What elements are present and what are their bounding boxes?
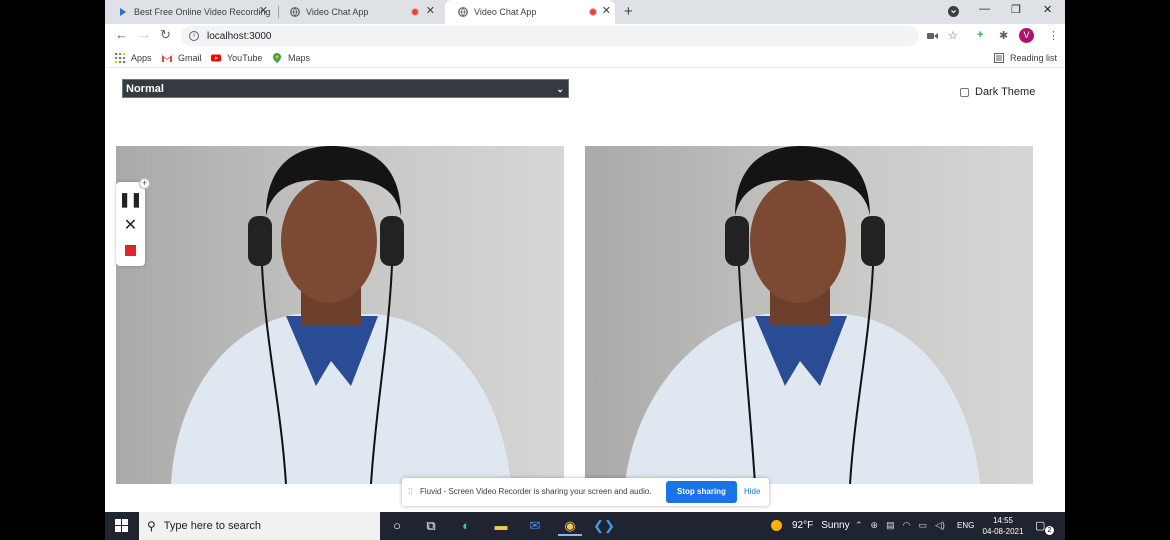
video-filter-select[interactable]: Normal ⌄	[122, 79, 569, 98]
bookmark-youtube[interactable]: YouTube	[211, 53, 262, 63]
windows-start-icon[interactable]	[115, 519, 128, 532]
bookmarks-bar: Apps Gmail YouTube Maps Reading list	[105, 48, 1065, 68]
wifi-icon[interactable]: ◠	[903, 520, 911, 531]
system-tray: ⌃ ⊕ ▤ ◠ ▭ ◁)	[855, 520, 945, 531]
tab-close-icon[interactable]: ✕	[426, 6, 435, 17]
tray-network-icon[interactable]: ▤	[886, 520, 895, 531]
extension-plus-icon[interactable]: +	[977, 29, 983, 41]
extensions-puzzle-icon[interactable]: ✱	[999, 29, 1008, 42]
apps-grid-icon	[115, 53, 125, 63]
sun-icon	[771, 520, 782, 531]
maps-pin-icon	[273, 53, 281, 63]
vscode-icon[interactable]: ❮❯	[592, 516, 616, 536]
weather-temperature: 92°F	[792, 520, 814, 531]
back-arrow-icon[interactable]: ←	[115, 27, 128, 42]
bookmark-gmail[interactable]: Gmail	[162, 53, 202, 63]
forward-arrow-icon[interactable]: →	[138, 27, 151, 42]
site-info-icon[interactable]: i	[189, 31, 199, 41]
taskbar-search-box[interactable]: ⚲ Type here to search	[139, 512, 380, 540]
input-language[interactable]: ENG	[957, 521, 974, 530]
mail-icon[interactable]: ✉	[523, 516, 547, 536]
local-video	[116, 146, 564, 484]
cancel-recording-icon[interactable]: ✕	[116, 215, 145, 235]
tab-close-icon[interactable]: ✕	[602, 6, 611, 17]
hide-sharing-bar-button[interactable]: Hide	[744, 487, 760, 496]
close-window-button[interactable]: ✕	[1043, 3, 1052, 16]
remote-video	[585, 146, 1033, 484]
sharing-message: Fluvid - Screen Video Recorder is sharin…	[420, 487, 652, 496]
taskbar-clock[interactable]: 14:55 04-08-2021	[981, 515, 1025, 537]
minimize-button[interactable]: —	[979, 3, 990, 15]
profile-avatar[interactable]: V	[1019, 28, 1034, 43]
tab-strip: Best Free Online Video Recording ✕ Video…	[105, 0, 1065, 24]
tab-video-chat-active[interactable]: Video Chat App ✕	[445, 0, 615, 24]
dark-theme-label: Dark Theme	[975, 86, 1036, 98]
file-explorer-icon[interactable]: ▬	[489, 516, 513, 536]
bookmark-apps[interactable]: Apps	[115, 53, 152, 63]
remote-video-frame	[585, 146, 1033, 484]
edge-icon[interactable]: ◐	[454, 516, 478, 536]
task-view-icon[interactable]: ⧉	[419, 516, 443, 536]
chevron-down-icon: ⌄	[556, 84, 564, 94]
address-text: localhost:3000	[207, 30, 272, 42]
cortana-icon[interactable]: ○	[385, 516, 409, 536]
clock-date: 04-08-2021	[982, 527, 1024, 536]
stop-sharing-button[interactable]: Stop sharing	[666, 481, 737, 503]
browser-window: Best Free Online Video Recording ✕ Video…	[105, 0, 1065, 540]
volume-icon[interactable]: ◁)	[935, 520, 945, 531]
tab-close-icon[interactable]: ✕	[259, 6, 268, 17]
dark-theme-toggle[interactable]: Dark Theme	[960, 86, 1035, 98]
tab-search-icon[interactable]	[948, 6, 959, 17]
new-tab-button[interactable]: +	[624, 3, 633, 20]
drag-handle-icon[interactable]: ⁞⁞	[408, 487, 412, 496]
tab-recording-site[interactable]: Best Free Online Video Recording ✕	[105, 0, 276, 24]
local-video-frame	[116, 146, 564, 484]
tray-app-icon[interactable]: ⊕	[871, 520, 879, 531]
globe-icon	[458, 7, 468, 17]
stop-recording-icon[interactable]	[116, 243, 145, 261]
youtube-icon	[211, 54, 221, 62]
chrome-icon[interactable]: ◉	[558, 516, 582, 536]
reading-list-button[interactable]: Reading list	[994, 53, 1057, 63]
menu-kebab-icon[interactable]: ⋮	[1048, 29, 1059, 42]
screen-sharing-bar: ⁞⁞ Fluvid - Screen Video Recorder is sha…	[402, 478, 769, 506]
notification-center-icon[interactable]: ▢	[1035, 519, 1045, 532]
tray-chevron-up-icon[interactable]: ⌃	[855, 520, 863, 531]
reading-list-icon	[994, 53, 1004, 63]
address-bar[interactable]: i localhost:3000	[181, 26, 919, 46]
windows-taskbar: ⚲ Type here to search ○ ⧉ ◐ ▬ ✉ ◉ ❮❯ 92°…	[105, 512, 1065, 540]
restore-button[interactable]: ❐	[1011, 3, 1021, 16]
recorder-control-panel: ❚❚ ✕	[116, 182, 145, 266]
search-placeholder: Type here to search	[163, 520, 262, 532]
fluvid-icon	[120, 8, 126, 16]
globe-icon	[290, 7, 300, 17]
recording-indicator-icon	[411, 8, 419, 16]
weather-condition: Sunny	[821, 520, 850, 531]
reload-icon[interactable]: ↻	[160, 27, 171, 43]
notification-count-badge: 2	[1045, 526, 1054, 535]
battery-icon[interactable]: ▭	[918, 520, 927, 531]
gmail-icon	[162, 55, 172, 62]
dark-theme-checkbox[interactable]	[960, 87, 969, 97]
camera-in-use-icon[interactable]	[927, 32, 938, 40]
browser-toolbar: ← → ↻ i localhost:3000 ☆ + ✱ V ⋮	[105, 24, 1065, 48]
filter-select-value: Normal	[126, 83, 164, 95]
pause-recording-icon[interactable]: ❚❚	[116, 191, 145, 208]
clock-time: 14:55	[992, 516, 1014, 525]
tab-video-chat[interactable]: Video Chat App ✕	[277, 0, 443, 24]
bookmark-star-icon[interactable]: ☆	[948, 29, 958, 42]
recording-indicator-icon	[589, 8, 597, 16]
weather-widget[interactable]: 92°F Sunny	[771, 520, 850, 531]
recorder-expand-icon[interactable]: +	[139, 178, 150, 189]
search-icon: ⚲	[147, 519, 156, 533]
bookmark-maps[interactable]: Maps	[272, 53, 310, 63]
